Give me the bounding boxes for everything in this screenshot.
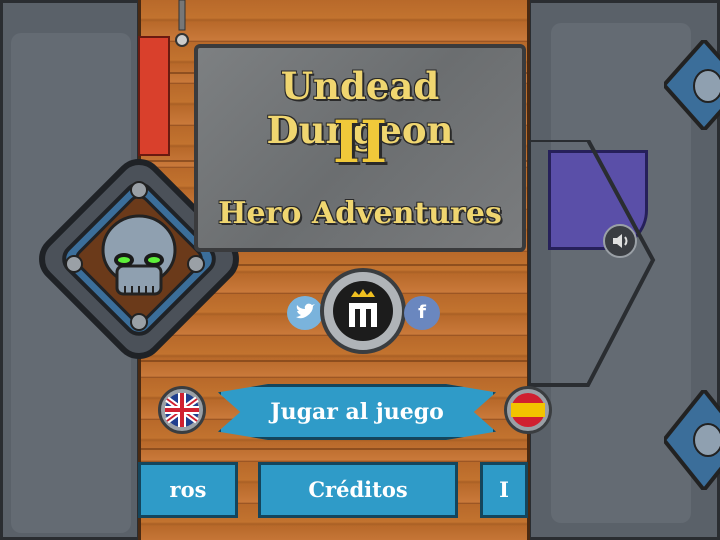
facebook-button[interactable]: f [404,296,440,330]
crown-m-icon [349,289,377,327]
skull-medallion-top-right [664,40,720,130]
red-banner [138,36,170,156]
speaker-icon [613,234,628,248]
sound-button[interactable] [603,224,637,258]
menu-button-left-partial[interactable]: ros [138,462,238,518]
flag-spanish-button[interactable] [504,386,552,434]
skull-medallion-bottom-right [664,390,720,490]
game-subtitle: Hero Adventures [218,196,502,231]
play-button[interactable]: Jugar al juego [218,384,496,440]
chain-icon [175,0,189,47]
right-arrow-panel [528,140,656,387]
game-title-numeral: II [332,108,388,176]
logo-badge [333,281,393,341]
spain-flag-icon [511,393,545,427]
menu-button-right-partial[interactable]: I [480,462,528,518]
twitter-icon [296,303,315,319]
publisher-logo-button[interactable] [320,268,406,354]
uk-flag-icon [165,393,199,427]
flag-english-button[interactable] [158,386,206,434]
twitter-button[interactable] [287,296,323,330]
credits-button[interactable]: Créditos [258,462,458,518]
